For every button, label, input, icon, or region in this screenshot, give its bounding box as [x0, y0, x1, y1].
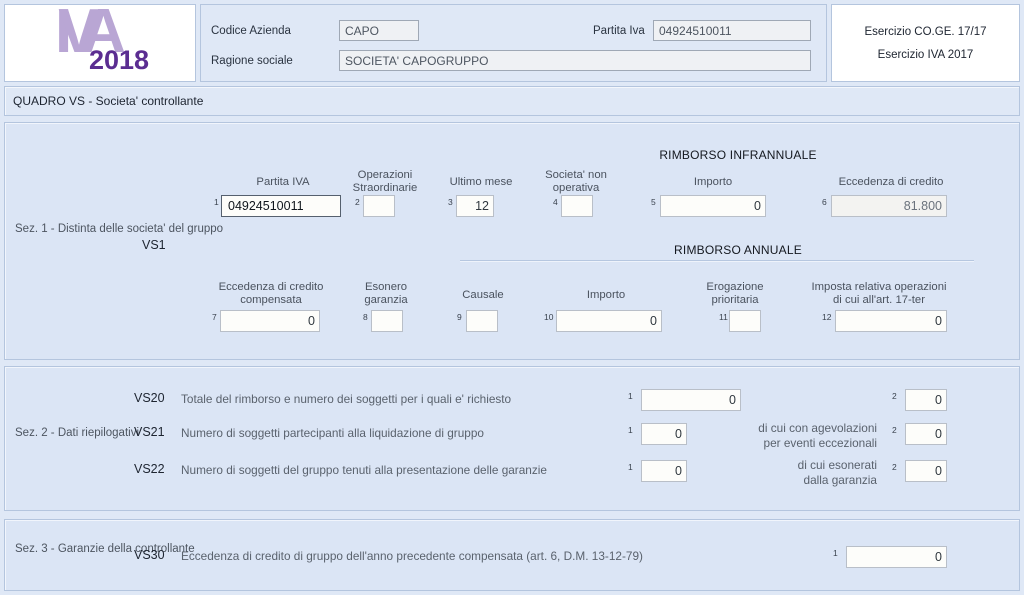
section-1-label: Sez. 1 - Distinta delle societa' del gru…	[15, 223, 224, 235]
banner-rimborso-infrannuale: RIMBORSO INFRANNUALE	[659, 148, 817, 162]
field-number-11: 11	[719, 312, 728, 322]
field-number-5: 5	[651, 197, 656, 207]
caption-esonero-garanzia: Esonero garanzia	[364, 281, 408, 306]
header-row: IVA 2018 Codice Azienda CAPO Ragione soc…	[4, 4, 1020, 82]
esercizio-coge-label: Esercizio CO.GE. 17/17	[864, 25, 987, 38]
caption-causale: Causale	[462, 289, 504, 301]
vs20-field-number-2: 2	[892, 391, 897, 401]
row-code-vs30: VS30	[134, 548, 165, 562]
input-vs20-1[interactable]: 0	[641, 389, 741, 411]
input-vs30-1[interactable]: 0	[846, 546, 947, 568]
row-code-vs22: VS22	[134, 462, 165, 476]
vs21-field-number-2: 2	[892, 425, 897, 435]
vs21-field-number-1: 1	[628, 425, 633, 435]
row-text-vs22: Numero di soggetti del gruppo tenuti all…	[181, 463, 547, 477]
field-number-9: 9	[457, 312, 462, 322]
field-number-6: 6	[822, 197, 827, 207]
section-2-label: Sez. 2 - Dati riepilogativi	[15, 427, 139, 439]
caption-eccedenza-credito-compensata: Eccedenza di credito compensata	[218, 281, 324, 306]
field-number-1: 1	[214, 197, 219, 207]
row-text-vs20: Totale del rimborso e numero dei soggett…	[181, 392, 512, 406]
vs22-mid-text: di cui esonerati dalla garanzia	[797, 458, 877, 487]
caption-operazioni-straordinarie: Operazioni Straordinarie	[352, 169, 418, 194]
field-number-7: 7	[212, 312, 217, 322]
input-vs20-2[interactable]: 0	[905, 389, 947, 411]
caption-eccedenza-credito: Eccedenza di credito	[838, 176, 944, 188]
field-number-10: 10	[544, 312, 554, 322]
input-vs22-1[interactable]: 0	[641, 460, 687, 482]
input-importo-infrannuale[interactable]: 0	[660, 195, 766, 217]
input-vs21-2[interactable]: 0	[905, 423, 947, 445]
section-3-panel: Sez. 3 - Garanzie della controllante VS3…	[4, 519, 1020, 591]
partita-iva-input[interactable]: 04924510011	[653, 20, 811, 41]
field-number-8: 8	[363, 312, 368, 322]
codice-azienda-label: Codice Azienda	[211, 25, 291, 37]
esercizio-iva-label: Esercizio IVA 2017	[877, 48, 974, 61]
vat-form-window: IVA 2018 Codice Azienda CAPO Ragione soc…	[0, 0, 1024, 595]
input-eccedenza-credito[interactable]: 81.800	[831, 195, 947, 217]
section-2-panel: Sez. 2 - Dati riepilogativi VS20 Totale …	[4, 366, 1020, 511]
caption-importo-infrannuale: Importo	[693, 176, 733, 188]
exercise-info-panel: Esercizio CO.GE. 17/17 Esercizio IVA 201…	[831, 4, 1020, 82]
vs30-field-number-1: 1	[833, 548, 838, 558]
codice-azienda-input[interactable]: CAPO	[339, 20, 419, 41]
input-ultimo-mese[interactable]: 12	[456, 195, 494, 217]
field-number-3: 3	[448, 197, 453, 207]
annuale-divider	[460, 260, 974, 262]
input-operazioni-straordinarie[interactable]	[363, 195, 395, 217]
application-logo: IVA 2018	[4, 4, 196, 82]
quadro-title: QUADRO VS - Societa' controllante	[13, 94, 204, 108]
ragione-sociale-label: Ragione sociale	[211, 55, 293, 67]
row-text-vs21: Numero di soggetti partecipanti alla liq…	[181, 426, 484, 440]
input-partita-iva-vs1[interactable]: 04924510011	[221, 195, 341, 217]
section-3-label: Sez. 3 - Garanzie della controllante	[15, 543, 195, 555]
caption-importo-annuale: Importo	[586, 289, 626, 301]
input-importo-annuale[interactable]: 0	[556, 310, 662, 332]
input-esonero-garanzia[interactable]	[371, 310, 403, 332]
banner-rimborso-annuale: RIMBORSO ANNUALE	[674, 243, 802, 257]
field-number-12: 12	[822, 312, 832, 322]
section-1-code: VS1	[142, 238, 166, 252]
vs21-mid-text: di cui con agevolazioni per eventi eccez…	[758, 421, 877, 450]
logo-year: 2018	[89, 45, 150, 75]
company-fields-panel: Codice Azienda CAPO Ragione sociale SOCI…	[200, 4, 827, 82]
ragione-sociale-input[interactable]: SOCIETA' CAPOGRUPPO	[339, 50, 811, 71]
caption-ultimo-mese: Ultimo mese	[449, 176, 513, 188]
input-vs22-2[interactable]: 0	[905, 460, 947, 482]
row-code-vs21: VS21	[134, 425, 165, 439]
row-code-vs20: VS20	[134, 391, 165, 405]
caption-imposta-17ter: Imposta relativa operazioni di cui all'a…	[811, 281, 947, 306]
quadro-title-bar: QUADRO VS - Societa' controllante	[4, 86, 1020, 116]
input-vs21-1[interactable]: 0	[641, 423, 687, 445]
vs20-field-number-1: 1	[628, 391, 633, 401]
row-text-vs30: Eccedenza di credito di gruppo dell'anno…	[181, 549, 643, 563]
field-number-2: 2	[355, 197, 360, 207]
input-erogazione-prioritaria[interactable]	[729, 310, 761, 332]
vs22-field-number-2: 2	[892, 462, 897, 472]
input-eccedenza-credito-compensata[interactable]: 0	[220, 310, 320, 332]
input-imposta-17ter[interactable]: 0	[835, 310, 947, 332]
section-1-panel: Sez. 1 - Distinta delle societa' del gru…	[4, 122, 1020, 360]
caption-erogazione-prioritaria: Erogazione prioritaria	[706, 281, 764, 306]
partita-iva-label: Partita Iva	[593, 25, 645, 37]
caption-societa-non-operativa: Societa' non operativa	[545, 169, 607, 194]
input-societa-non-operativa[interactable]	[561, 195, 593, 217]
input-causale[interactable]	[466, 310, 498, 332]
field-number-4: 4	[553, 197, 558, 207]
vs22-field-number-1: 1	[628, 462, 633, 472]
